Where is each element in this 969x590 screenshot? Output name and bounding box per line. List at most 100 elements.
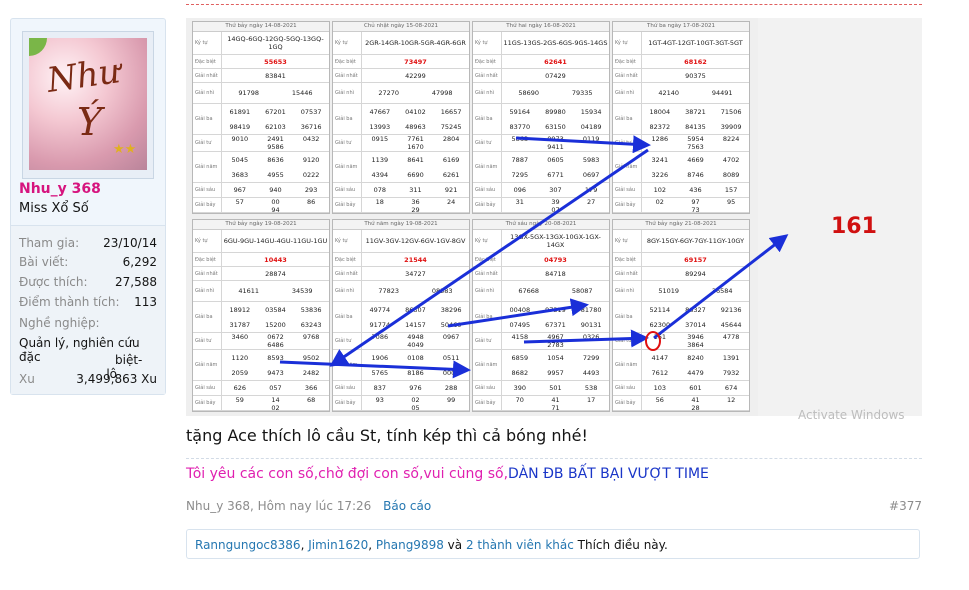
row-values: 11GV-3GV-12GV-6GV-1GV-8GV [362,230,469,252]
result-table: Thứ năm ngày 19-08-2021 Ký tự 11GV-3GV-12G… [332,219,470,412]
prize-number: 0326 [582,333,600,341]
prize-number: 1054 [547,353,564,362]
prize-number: 31787 [229,320,251,329]
prize-number: 84135 [685,122,706,131]
row-label: Giải tư [333,135,362,151]
table-row: Giải tư 0915 7761 2804 1670 [333,135,469,152]
table-row: Giải sáu 102 436 157 [613,183,749,198]
prize-number: 921 [444,186,458,194]
like-others-link[interactable]: 2 thành viên khác [466,538,574,552]
scrollbar[interactable] [961,0,969,590]
prize-number: 14157 [405,320,426,329]
row-values: 3241 4669 4702 3226 8746 8089 [642,152,749,182]
row-values: 59164 89980 15934 83770 63150 04189 [502,104,609,134]
row-label: Giải nhất [333,69,362,82]
prize-number: 0222 [302,170,320,179]
leaf-decoration [29,38,47,56]
prize-number: 2GR-14GR-10GR-5GR-4GR-6GR [365,39,466,47]
prize-number: 0697 [582,170,600,179]
signature-text: Tôi yêu các con số,chờ đợi con số,vui cù… [186,466,509,482]
prize-number: 12 [726,396,736,404]
row-values: 18 36 24 29 [362,198,469,214]
table-row: Giải năm 4147 8240 1391 7612 4479 7932 [613,350,749,381]
table-row: Giải năm 5045 8636 9120 3683 4955 0222 [193,152,329,183]
row-label: Giải tư [193,333,222,349]
table-row: Giải sáu 390 501 538 [473,381,609,396]
row-values: 67668 58087 [502,281,609,301]
prize-number: 2482 [302,368,320,377]
prize-number: 6486 [267,341,284,349]
row-label: Ký tự [193,230,222,252]
prize-number: 56 [655,396,664,404]
row-values: 6GU-9GU-14GU-4GU-11GU-1GU [222,230,329,252]
prize-number: 674 [724,384,738,392]
row-label: Giải nhất [193,267,222,280]
like-user-1[interactable]: Ranngungoc8386 [195,538,301,552]
prize-number: 73497 [404,57,427,66]
like-user-2[interactable]: Jimin1620 [308,538,368,552]
row-label: Giải năm [613,152,642,182]
prize-number: 63243 [300,320,322,329]
lottery-results-image[interactable]: Thứ bảy ngày 14-08-2021 Ký tự 14GQ-6GQ-12G… [186,18,922,422]
row-label: Giải tư [613,333,642,349]
likes-suffix: Thích điều này. [573,538,668,552]
username[interactable]: Nhu_y 368 [19,181,101,197]
prize-number: 4955 [267,170,284,179]
prize-number: 4948 [407,333,424,341]
table-row: Giải nhì 42140 94491 [613,83,749,104]
prize-number: 89980 [545,107,566,116]
prize-number: 102 [653,186,667,194]
row-values: 89294 [642,267,749,280]
avatar[interactable]: Như Ý ★★ [29,38,147,170]
prize-number: 37014 [685,320,706,329]
table-row: Giải ba 49774 86307 38296 91774 14157 50469 [333,302,469,333]
prize-number: 7295 [511,170,529,179]
report-link[interactable]: Báo cáo [383,499,431,513]
prize-number: 6690 [407,170,424,179]
post-author-time[interactable]: Nhu_y 368, Hôm nay lúc 17:26 [186,499,371,513]
row-label: Đặc biệt [333,253,362,266]
row-label: Giải sáu [613,183,642,197]
post-number[interactable]: #377 [889,499,922,513]
prize-number: 07429 [545,71,566,80]
prize-number: 6169 [442,155,460,164]
table-row: Giải bảy 31 39 27 07 [473,198,609,214]
prize-number: 10443 [264,255,287,264]
row-label: Giải tư [613,135,642,151]
prize-number: 3460 [231,333,249,341]
row-label: Ký tự [613,32,642,54]
table-date: Thứ sáu ngày 20-08-2021 [473,220,609,230]
row-label: Giải bảy [473,396,502,410]
table-row: Giải sáu 837 976 288 [333,381,469,396]
row-label: Giải bảy [613,198,642,212]
table-row: Giải nhì 67668 58087 [473,281,609,302]
prize-number: 67371 [545,320,566,329]
table-row: Giải năm 1139 8641 6169 4394 6690 6261 [333,152,469,183]
table-date: Thứ bảy ngày 21-08-2021 [613,220,749,230]
prize-number: 8636 [267,155,284,164]
table-row: Đặc biệt 55653 [193,55,329,69]
prize-number: 7563 [687,143,704,151]
signature-link[interactable]: DÀN ĐB BẤT BẠI VƯỢT TIME [508,466,709,482]
prize-number: 5045 [231,155,249,164]
like-user-3[interactable]: Phang9898 [376,538,444,552]
avatar-frame[interactable]: Như Ý ★★ [22,31,154,179]
prize-number: 5983 [582,155,600,164]
row-values: 42299 [362,69,469,82]
prize-number: 501 [549,384,562,392]
prize-number: 9768 [302,333,320,341]
prize-number: 390 [513,384,527,392]
table-row: Giải bảy 59 14 68 02 [193,396,329,412]
prize-number: 9411 [547,143,564,151]
prize-number: 61891 [229,107,251,116]
table-row: Đặc biệt 21544 [333,253,469,267]
row-values: 1120 8593 9502 2059 9473 2482 [222,350,329,380]
prize-number: 03584 [265,305,286,314]
prize-number: 90131 [580,320,602,329]
prize-number: 4147 [651,353,669,362]
prize-number: 3241 [651,155,669,164]
prize-number: 0973 [547,135,564,143]
prize-number: 68 [306,396,316,404]
prize-number: 8224 [722,135,740,143]
prize-number: 2491 [267,135,284,143]
